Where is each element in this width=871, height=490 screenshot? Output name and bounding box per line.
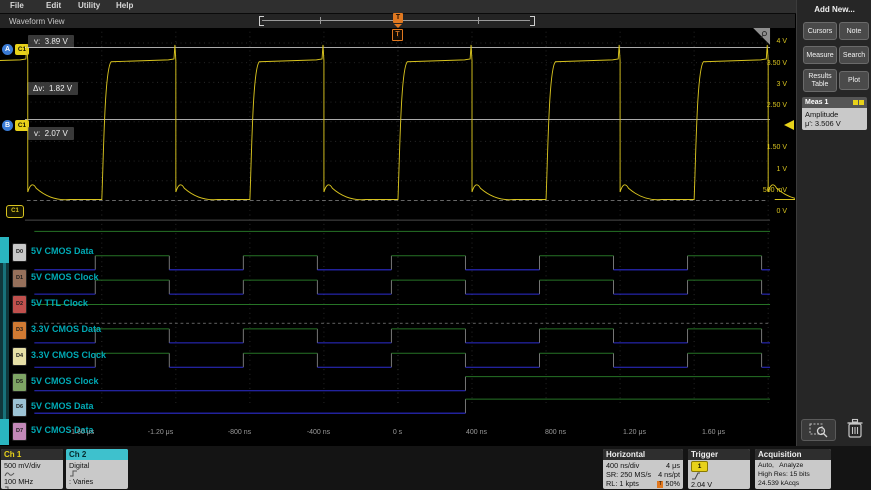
ch2-mode: Digital bbox=[69, 461, 125, 470]
acquisition-badge[interactable]: Acquisition Auto, Analyze High Res: 15 b… bbox=[755, 449, 831, 489]
ch1-scale: 500 mV/div bbox=[4, 461, 60, 470]
ch1-body: 500 mV/div 100 MHz bbox=[1, 460, 63, 489]
trigger-body: 1 2.04 V bbox=[688, 460, 750, 489]
meas-color-square bbox=[853, 100, 858, 105]
horizontal-header: Horizontal bbox=[603, 449, 683, 460]
ch2-header: Ch 2 bbox=[66, 449, 128, 460]
ch1-header: Ch 1 bbox=[1, 449, 63, 460]
acquisition-body: Auto, Analyze High Res: 15 bits 24.539 k… bbox=[755, 460, 831, 489]
ch2-threshold: : Varies bbox=[69, 477, 93, 486]
time-scale-label: 800 ns bbox=[534, 429, 578, 436]
rising-edge-icon bbox=[691, 472, 701, 480]
ch1-badge[interactable]: Ch 1 500 mV/div 100 MHz bbox=[1, 449, 63, 489]
acq-resolution: High Res: 15 bits bbox=[758, 470, 828, 479]
time-scale-label: 1.20 μs bbox=[613, 429, 657, 436]
time-scale-label: 1.60 μs bbox=[692, 429, 736, 436]
trigger-header: Trigger bbox=[688, 449, 750, 460]
cursors-button[interactable]: Cursors bbox=[803, 22, 837, 40]
right-panel: Add New... Cursors Note Measure Search R… bbox=[796, 0, 871, 448]
time-scale-label: 0 s bbox=[376, 429, 420, 436]
edge-slope-icon bbox=[69, 470, 78, 477]
measure-button[interactable]: Measure bbox=[803, 46, 837, 64]
meas1-body: Amplitude μ': 3.506 V bbox=[802, 108, 867, 130]
bottom-bar: Ch 1 500 mV/div 100 MHz Ch 2 Digital bbox=[0, 446, 871, 490]
acq-mode: Auto, Analyze bbox=[758, 461, 828, 470]
meas1-header: Meas 1 bbox=[802, 97, 867, 108]
trigger-level: 2.04 V bbox=[691, 480, 712, 489]
time-scale: -1.60 μs -1.20 μs -800 ns -400 ns 0 s 400 ns 8… bbox=[0, 0, 795, 446]
meas-color-square bbox=[859, 100, 864, 105]
zoom-icon bbox=[802, 420, 835, 440]
delete-button[interactable] bbox=[845, 417, 865, 441]
time-scale-label: -1.20 μs bbox=[139, 429, 183, 436]
trash-icon bbox=[845, 417, 865, 441]
horizontal-body: 400 ns/div4 μs SR: 250 MS/s4 ns/pt RL: 1… bbox=[603, 460, 683, 489]
time-scale-label: 400 ns bbox=[455, 429, 499, 436]
time-scale-label: -1.60 μs bbox=[60, 429, 104, 436]
meas1-badge[interactable]: Meas 1 Amplitude μ': 3.506 V bbox=[802, 97, 867, 130]
oscilloscope-screen: File Edit Utility Help Waveform View T T… bbox=[0, 0, 871, 490]
ch2-badge[interactable]: Ch 2 Digital : Varies bbox=[66, 449, 128, 489]
ch1-bandwidth: 100 MHz bbox=[4, 477, 33, 486]
time-scale-label: -400 ns bbox=[297, 429, 341, 436]
zoom-tool-button[interactable] bbox=[801, 419, 836, 441]
acq-count: 24.539 kAcqs bbox=[758, 479, 828, 488]
results-table-button[interactable]: Results Table bbox=[803, 69, 837, 92]
note-button[interactable]: Note bbox=[839, 22, 869, 40]
acquisition-header: Acquisition bbox=[755, 449, 831, 460]
plot-button[interactable]: Plot bbox=[839, 71, 869, 90]
ch2-body: Digital : Varies bbox=[66, 460, 128, 487]
horizontal-badge[interactable]: Horizontal 400 ns/div4 μs SR: 250 MS/s4 … bbox=[603, 449, 683, 489]
bandwidth-limit-icon bbox=[4, 486, 12, 489]
search-button[interactable]: Search bbox=[839, 46, 869, 64]
probe-icon bbox=[4, 470, 16, 477]
meas1-name: Amplitude bbox=[805, 110, 864, 119]
trigger-position-icon: T bbox=[657, 481, 663, 488]
add-new-header: Add New... bbox=[797, 5, 871, 14]
trigger-source-chip: 1 bbox=[691, 461, 708, 472]
trigger-badge[interactable]: Trigger 1 2.04 V bbox=[688, 449, 750, 489]
meas1-value: μ': 3.506 V bbox=[805, 119, 864, 128]
time-scale-label: -800 ns bbox=[218, 429, 262, 436]
